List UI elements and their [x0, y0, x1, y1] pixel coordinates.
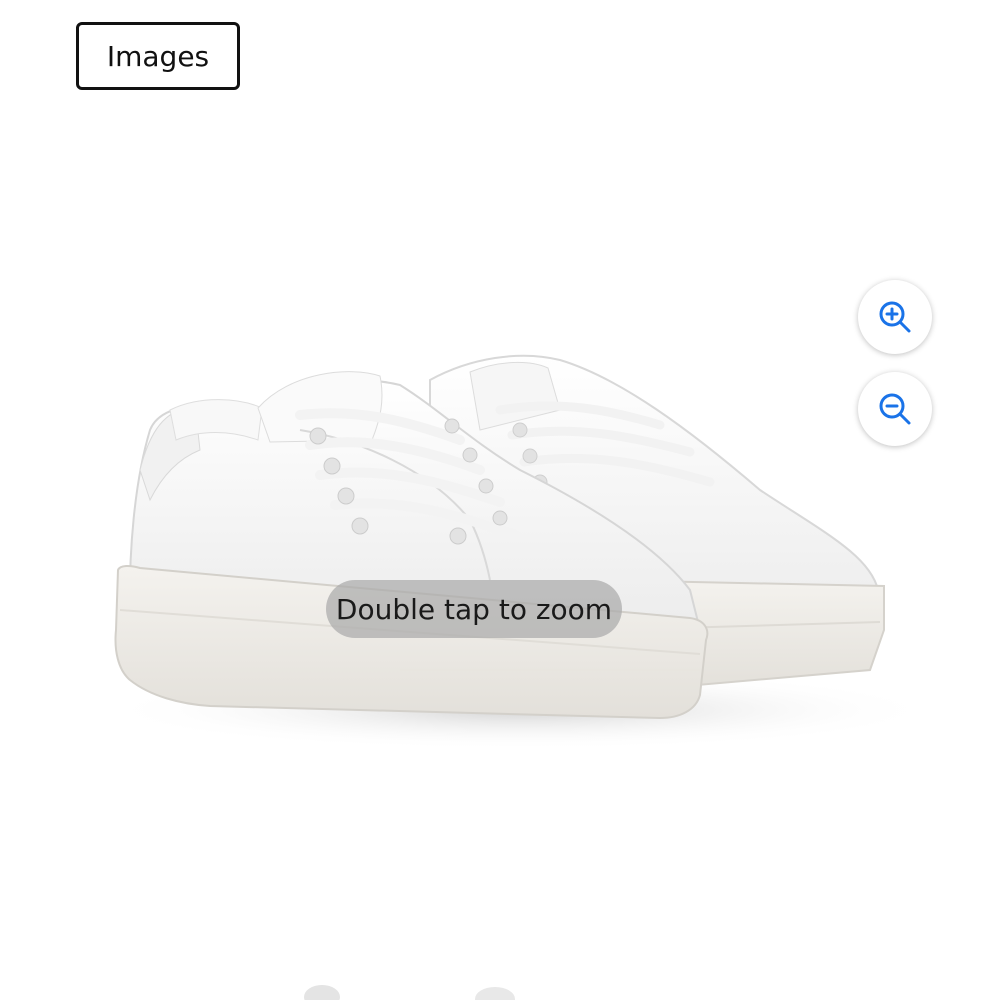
zoom-out-icon [879, 393, 911, 425]
zoom-out-button[interactable] [858, 372, 932, 446]
thumbnail-strip [304, 985, 515, 1000]
images-button[interactable]: Images [76, 22, 240, 90]
product-image [100, 354, 940, 750]
zoom-in-icon [879, 301, 911, 333]
thumbnail-image[interactable] [304, 985, 515, 1000]
zoom-in-button[interactable] [858, 280, 932, 354]
double-tap-hint: Double tap to zoom [326, 580, 622, 638]
product-image-viewer[interactable]: Double tap to zoom [0, 110, 1000, 970]
